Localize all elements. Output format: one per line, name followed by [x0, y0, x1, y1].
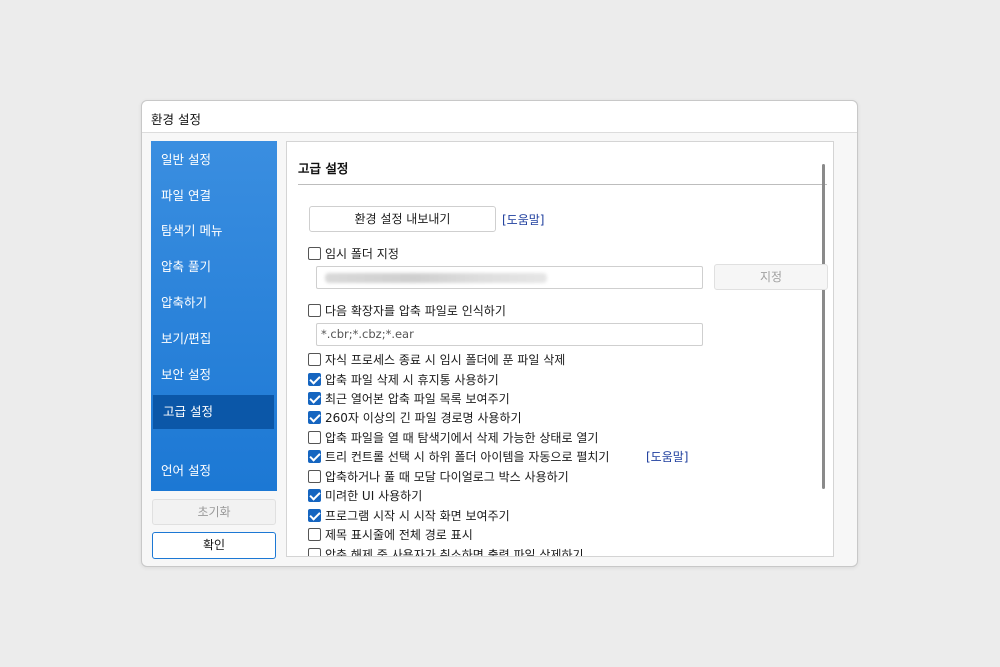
help-link[interactable]: [도움말]: [502, 211, 544, 228]
option-label: 260자 이상의 긴 파일 경로명 사용하기: [325, 410, 522, 425]
temp-folder-label: 임시 폴더 지정: [325, 246, 399, 261]
option-checkbox[interactable]: [308, 527, 321, 541]
option-label: 압축 파일 삭제 시 휴지통 사용하기: [325, 372, 499, 387]
ok-button[interactable]: 확인: [152, 532, 276, 559]
sidebar: 일반 설정 파일 연결 탐색기 메뉴 압축 풀기 압축하기 보기/편집 보안 설…: [151, 141, 277, 491]
title-bar[interactable]: 환경 설정: [142, 101, 857, 133]
option-row[interactable]: 미려한 UI 사용하기: [308, 486, 422, 504]
option-row[interactable]: 압축 파일을 열 때 탐색기에서 삭제 가능한 상태로 열기: [308, 428, 598, 446]
window-title: 환경 설정: [151, 112, 201, 127]
export-settings-button[interactable]: 환경 설정 내보내기: [309, 206, 496, 232]
temp-folder-checkbox[interactable]: [308, 246, 321, 260]
option-checkbox[interactable]: [308, 352, 321, 366]
sidebar-item-compress[interactable]: 압축하기: [151, 286, 277, 320]
option-checkbox[interactable]: [308, 469, 321, 483]
option-label: 프로그램 시작 시 시작 화면 보여주기: [325, 508, 510, 523]
assign-button[interactable]: 지정: [714, 264, 828, 290]
sidebar-item-explorer-menu[interactable]: 탐색기 메뉴: [151, 214, 277, 248]
option-row[interactable]: 자식 프로세스 종료 시 임시 폴더에 푼 파일 삭제: [308, 350, 565, 368]
advanced-settings-panel: 고급 설정 환경 설정 내보내기 [도움말] 임시 폴더 지정 지정 다음 확장…: [286, 141, 834, 557]
option-label: 압축 파일을 열 때 탐색기에서 삭제 가능한 상태로 열기: [325, 430, 599, 445]
scrollbar[interactable]: [822, 164, 825, 489]
blurred-path: [325, 273, 547, 283]
option-row[interactable]: 트리 컨트롤 선택 시 하위 폴더 아이템을 자동으로 펼치기: [308, 447, 609, 465]
option-checkbox[interactable]: [308, 430, 321, 444]
sidebar-item-language[interactable]: 언어 설정: [151, 454, 277, 488]
extensions-option[interactable]: 다음 확장자를 압축 파일로 인식하기: [308, 301, 506, 319]
sidebar-item-view-edit[interactable]: 보기/편집: [151, 322, 277, 356]
temp-folder-option[interactable]: 임시 폴더 지정: [308, 244, 399, 262]
extensions-input[interactable]: *.cbr;*.cbz;*.ear: [316, 323, 703, 346]
option-label: 트리 컨트롤 선택 시 하위 폴더 아이템을 자동으로 펼치기: [325, 449, 610, 464]
option-row[interactable]: 프로그램 시작 시 시작 화면 보여주기: [308, 506, 510, 524]
reset-button[interactable]: 초기화: [152, 499, 276, 525]
sidebar-item-advanced[interactable]: 고급 설정: [153, 395, 274, 429]
option-label: 압축하거나 풀 때 모달 다이얼로그 박스 사용하기: [325, 469, 569, 484]
option-label: 미려한 UI 사용하기: [325, 488, 423, 503]
sidebar-item-general[interactable]: 일반 설정: [151, 143, 277, 177]
option-row[interactable]: 압축하거나 풀 때 모달 다이얼로그 박스 사용하기: [308, 467, 569, 485]
option-row[interactable]: 제목 표시줄에 전체 경로 표시: [308, 525, 473, 543]
option-label: 최근 열어본 압축 파일 목록 보여주기: [325, 391, 510, 406]
option-row[interactable]: 260자 이상의 긴 파일 경로명 사용하기: [308, 408, 522, 426]
option-checkbox[interactable]: [308, 410, 321, 424]
extensions-checkbox[interactable]: [308, 303, 321, 317]
sidebar-item-file-association[interactable]: 파일 연결: [151, 179, 277, 213]
sidebar-item-extract[interactable]: 압축 풀기: [151, 250, 277, 284]
extensions-label: 다음 확장자를 압축 파일로 인식하기: [325, 303, 506, 318]
option-checkbox[interactable]: [308, 391, 321, 405]
tree-help-link[interactable]: [도움말]: [646, 448, 688, 465]
panel-title: 고급 설정: [298, 161, 349, 176]
temp-folder-path-input[interactable]: [316, 266, 703, 289]
option-row[interactable]: 최근 열어본 압축 파일 목록 보여주기: [308, 389, 510, 407]
option-label: 제목 표시줄에 전체 경로 표시: [325, 527, 473, 542]
option-checkbox[interactable]: [308, 488, 321, 502]
option-checkbox[interactable]: [308, 547, 321, 556]
option-checkbox[interactable]: [308, 372, 321, 386]
option-row[interactable]: 압축 파일 삭제 시 휴지통 사용하기: [308, 370, 499, 388]
option-checkbox[interactable]: [308, 449, 321, 463]
option-label: 압축 해제 중 사용자가 취소하면 출력 파일 삭제하기: [325, 547, 584, 557]
divider: [298, 184, 827, 185]
settings-window: 환경 설정 일반 설정 파일 연결 탐색기 메뉴 압축 풀기 압축하기 보기/편…: [141, 100, 858, 567]
option-row[interactable]: 압축 해제 중 사용자가 취소하면 출력 파일 삭제하기: [308, 545, 584, 557]
option-label: 자식 프로세스 종료 시 임시 폴더에 푼 파일 삭제: [325, 352, 566, 367]
option-checkbox[interactable]: [308, 508, 321, 522]
sidebar-item-security[interactable]: 보안 설정: [151, 358, 277, 392]
